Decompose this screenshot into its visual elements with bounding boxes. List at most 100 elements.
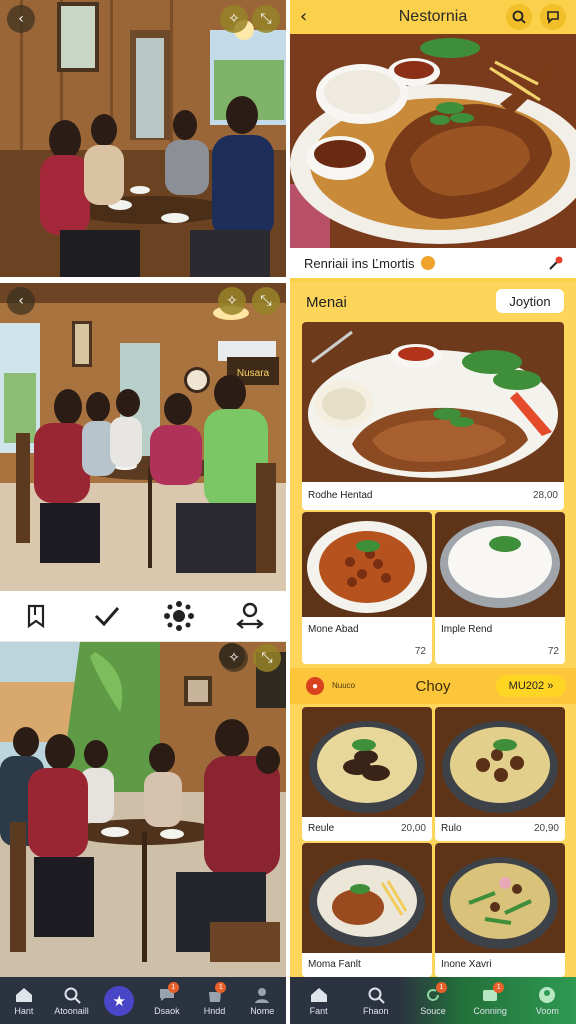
sparkle-button-2[interactable]: ✧ [218,287,246,315]
featured-dish-card[interactable]: Rodhe Hentad 28,00 [302,322,564,510]
sparkle-icon: ✧ [228,650,240,666]
back-arrow-icon: ‹ [18,293,24,309]
menu-section: Menai Joytion Rodhe Hentad 28,00 Mone Ab… [290,282,576,668]
meatball-bowl-image [435,707,565,817]
nav-item-home[interactable]: Hant [0,986,48,1016]
featured-dish-price: 28,00 [532,490,558,501]
home-icon [15,987,32,1002]
search-icon [512,10,526,24]
nav-label: Voom [535,1005,559,1016]
bag-badge: 1 [215,981,227,993]
menu-item-card[interactable]: Mone Abad 72 [302,512,432,664]
nav-item-favorite[interactable]: ★ [95,985,143,1016]
hero-dish-image[interactable] [290,34,576,248]
green-bean-bowl-image [435,843,565,953]
home-icon [310,987,327,1002]
emoji-icon [420,256,435,270]
nav-item-search[interactable]: Fhaon [350,986,402,1016]
choy-item-price: 20,90 [533,823,559,834]
choy-item-card[interactable]: Inone Xavri [435,843,565,977]
photo-action-bar [0,591,286,642]
nav-item-bag[interactable]: 1 Hndd [191,981,239,1016]
restaurant-sign: Nusara [237,368,270,379]
menu-title: Menai [306,294,347,311]
wallet-badge: 1 [493,981,505,993]
nav-item-profile[interactable]: Voom [521,986,573,1016]
user-icon [255,987,270,1003]
expand-button-2[interactable]: ⤡ [252,287,280,315]
nav-item-home[interactable]: Fant [293,986,345,1016]
nav-label: Fhaon [363,1005,389,1016]
nav-item-search[interactable]: Atoonaill [48,986,96,1016]
nav-item-refresh[interactable]: 1 Souce [407,981,459,1016]
restaurant-photo-2: Nusara ‹ ✧ ⤡ [0,283,286,591]
search-button[interactable] [506,4,532,30]
sparkle-button-3[interactable]: ✧ [220,644,248,672]
choy-item-name: Rulo [441,823,462,834]
page-title: Nestornia [398,8,468,25]
expand-button[interactable]: ⤡ [252,5,280,33]
nav-label: Nome [250,1005,275,1016]
chat-button[interactable] [540,4,566,30]
bookmark-button[interactable] [17,597,55,635]
approve-button[interactable] [88,597,126,635]
nav-label: Hndd [203,1005,226,1016]
user-icon [539,986,556,1003]
nav-item-wallet[interactable]: 1 Conning [464,981,516,1016]
person-transfer-icon [236,602,265,629]
checkmark-icon [95,607,120,627]
nav-label: Hant [14,1005,34,1016]
back-button[interactable]: ‹ [7,5,35,33]
expand-icon: ⤡ [261,650,273,666]
search-icon [64,987,81,1004]
menu-item-card[interactable]: Imple Rend 72 [435,512,565,664]
restaurant-scene-3 [0,642,286,977]
restaurant-photo-1: ‹ ✧ ⤡ [0,0,286,277]
hero-caption: Renriaii ins Ľmortis [290,248,576,278]
featured-dish-name: Rodhe Hentad [308,490,373,501]
share-person-button[interactable] [231,597,269,635]
nav-label: Fant [309,1005,328,1016]
connect-button[interactable] [160,597,198,635]
sparkle-button[interactable]: ✧ [220,5,248,33]
star-icon: ★ [104,985,135,1016]
sparkle-icon: ✧ [228,11,240,27]
refresh-badge: 1 [435,981,447,993]
microphone-button[interactable] [548,255,564,274]
menu-item-price: 72 [414,646,426,657]
choy-item-card[interactable]: Moma Fanlt [302,843,432,977]
search-icon [368,987,385,1004]
choy-more-button[interactable]: MU202 » [496,675,566,697]
choy-section: Reule 20,00 Rulo 20,90 Moma Fanlt Inone … [290,704,576,977]
nav-label: Conning [473,1005,507,1016]
restaurant-scene-2: Nusara [0,283,286,591]
sparkle-icon: ✧ [226,293,238,309]
back-button-2[interactable]: ‹ [7,287,35,315]
rice-bowl-image [435,512,565,617]
choy-item-name: Inone Xavri [441,959,492,970]
bean-stew-image [302,512,432,617]
expand-button-3[interactable]: ⤡ [253,644,281,672]
restaurant-photo-3: ✧ ⤡ [0,642,286,977]
microphone-icon [549,256,563,270]
restaurant-menu-screen: ‹ Nestornia Renriaii ins Ľmortis Menai J… [290,0,576,1024]
roast-chicken-image [290,34,576,248]
beef-noodle-image [302,707,432,817]
nav-label: Souce [420,1005,446,1016]
menu-item-price: 72 [547,646,559,657]
nav-label: Atoonaill [54,1005,89,1016]
choy-item-card[interactable]: Reule 20,00 [302,707,432,841]
menu-item-name: Imple Rend [441,624,493,635]
menu-item-name: Mone Abad [308,624,359,635]
expand-icon: ⤡ [260,11,272,27]
nav-item-profile[interactable]: Nome [238,986,286,1016]
nav-label: Dsaok [154,1005,180,1016]
nav-item-chat[interactable]: 1 Dsaok [143,981,191,1016]
choy-item-name: Moma Fanlt [308,959,361,970]
choy-item-card[interactable]: Rulo 20,90 [435,707,565,841]
right-bottom-nav: Fant Fhaon 1 Souce 1 Conning Voom [290,977,576,1024]
choy-item-price: 20,00 [400,823,426,834]
menu-option-button[interactable]: Joytion [496,289,564,313]
chicken-fries-image [302,843,432,953]
connect-dots-icon [163,601,194,631]
